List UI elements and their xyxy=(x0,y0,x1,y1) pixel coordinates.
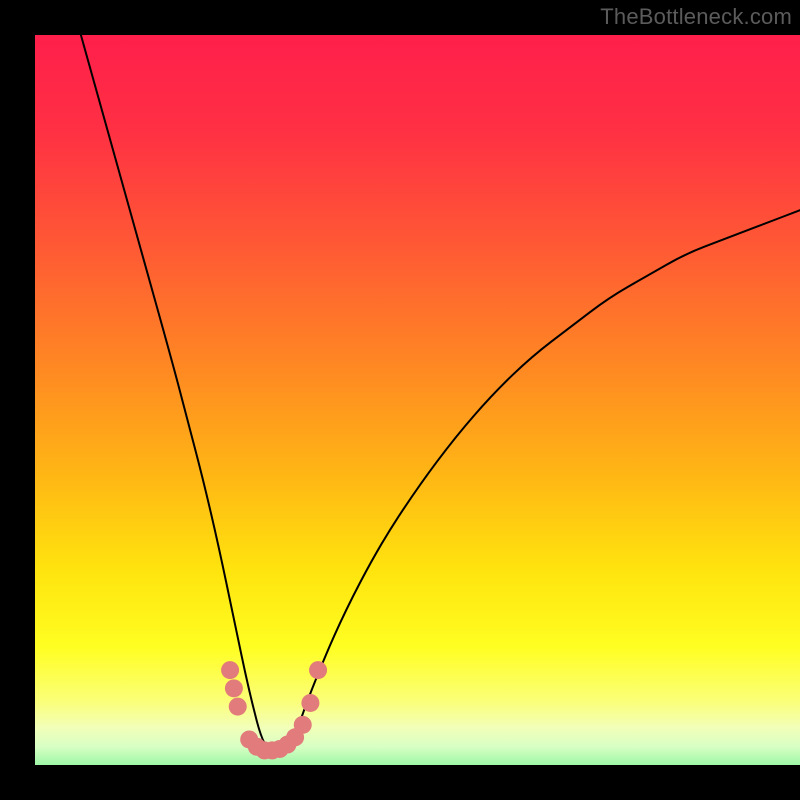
threshold-dot xyxy=(225,679,243,697)
threshold-dots xyxy=(35,35,800,765)
threshold-dot xyxy=(309,661,327,679)
threshold-dot xyxy=(294,716,312,734)
threshold-dot xyxy=(229,698,247,716)
watermark-text: TheBottleneck.com xyxy=(600,4,792,30)
threshold-dot xyxy=(301,694,319,712)
threshold-dot xyxy=(221,661,239,679)
plot-area xyxy=(35,35,800,765)
chart-frame: TheBottleneck.com xyxy=(0,0,800,800)
